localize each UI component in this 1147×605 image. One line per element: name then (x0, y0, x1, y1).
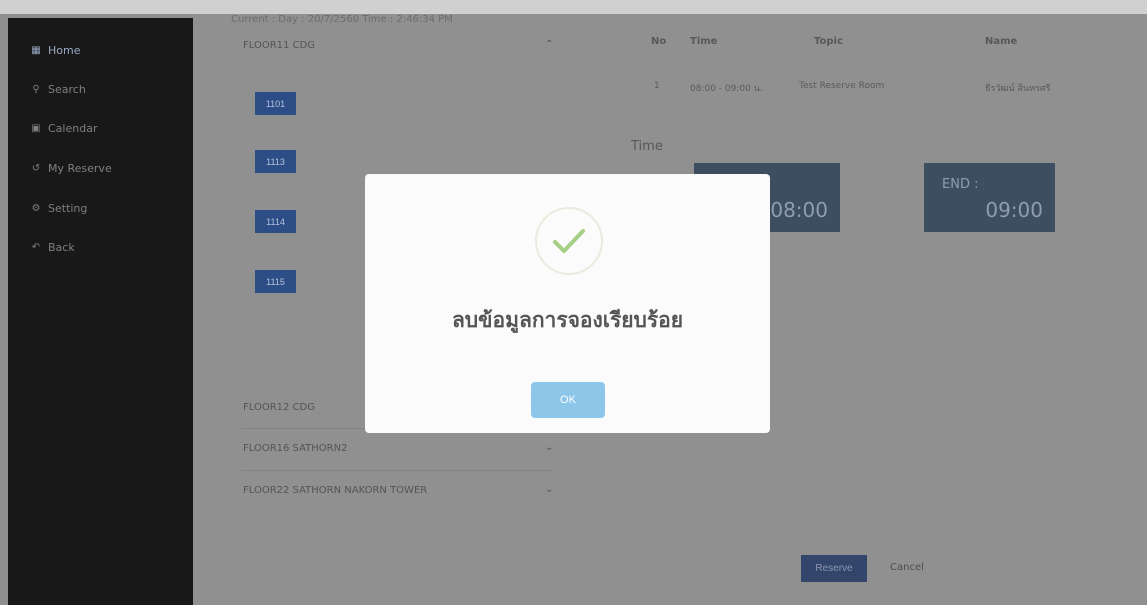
table-cell-no: 1 (654, 81, 660, 91)
reserve-button[interactable]: Reserve (801, 555, 867, 582)
floor-header-floor22[interactable]: FLOOR22 SATHORN NAKORN TOWER (243, 485, 427, 496)
sidebar-item-home[interactable]: ▦ Home (8, 32, 193, 68)
room-button-1114[interactable]: 1114 (255, 210, 296, 233)
sidebar-item-back[interactable]: ↶ Back (8, 229, 193, 265)
end-time-label: END : (942, 177, 979, 192)
sidebar-item-label: Home (48, 43, 81, 57)
gear-icon: ⚙ (31, 202, 41, 214)
chevron-down-icon[interactable]: ⌄ (545, 484, 553, 495)
sidebar-item-search[interactable]: ⚲ Search (8, 71, 193, 107)
room-button-1101[interactable]: 1101 (255, 92, 296, 115)
table-header-time: Time (690, 36, 718, 47)
table-cell-time: 08:00 - 09:00 น. (690, 84, 763, 94)
room-button-1113[interactable]: 1113 (255, 150, 296, 173)
current-datetime: Current : Day : 20/7/2560 Time : 2:46:34… (231, 14, 453, 25)
sidebar-item-label: Search (48, 82, 86, 96)
history-icon: ↺ (31, 162, 41, 174)
grid-icon: ▦ (31, 44, 41, 56)
search-icon: ⚲ (32, 83, 40, 95)
success-check-icon (535, 207, 603, 275)
end-time-value: 09:00 (985, 198, 1043, 222)
success-dialog: ลบข้อมูลการจองเรียบร้อย OK (365, 174, 770, 433)
table-header-topic: Topic (814, 36, 843, 47)
sidebar-item-setting[interactable]: ⚙ Setting (8, 190, 193, 226)
top-strip (0, 0, 1147, 14)
floor-header-floor16[interactable]: FLOOR16 SATHORN2 (243, 443, 347, 454)
ok-button[interactable]: OK (531, 382, 605, 418)
table-cell-name: ธีรวัฒน์ สินทรศรี (985, 84, 1051, 94)
dialog-message: ลบข้อมูลการจองเรียบร้อย (451, 308, 684, 332)
sidebar-item-label: Setting (48, 201, 88, 215)
room-button-1115[interactable]: 1115 (255, 270, 296, 293)
divider (241, 470, 553, 471)
chevron-down-icon[interactable]: ⌄ (545, 442, 553, 453)
sidebar: ▦ Home ⚲ Search ▣ Calendar ↺ My Reserve … (8, 18, 193, 605)
sidebar-item-label: My Reserve (48, 161, 112, 175)
table-cell-topic: Test Reserve Room (799, 81, 885, 91)
end-time-box[interactable]: END : 09:00 (924, 163, 1055, 232)
table-header-name: Name (985, 36, 1018, 47)
sidebar-item-label: Back (48, 240, 75, 254)
sidebar-item-my-reserve[interactable]: ↺ My Reserve (8, 150, 193, 186)
sidebar-item-calendar[interactable]: ▣ Calendar (8, 110, 193, 146)
table-header-no: No (651, 36, 667, 47)
time-label: Time (631, 139, 663, 154)
calendar-icon: ▣ (31, 122, 41, 134)
floor-header-floor11[interactable]: FLOOR11 CDG (243, 40, 315, 51)
sidebar-item-label: Calendar (48, 121, 98, 135)
start-time-value: 08:00 (770, 198, 828, 222)
floor-header-floor12[interactable]: FLOOR12 CDG (243, 402, 315, 413)
cancel-button[interactable]: Cancel (890, 562, 924, 573)
chevron-up-icon[interactable]: ⌃ (545, 39, 553, 50)
back-icon: ↶ (31, 241, 41, 253)
